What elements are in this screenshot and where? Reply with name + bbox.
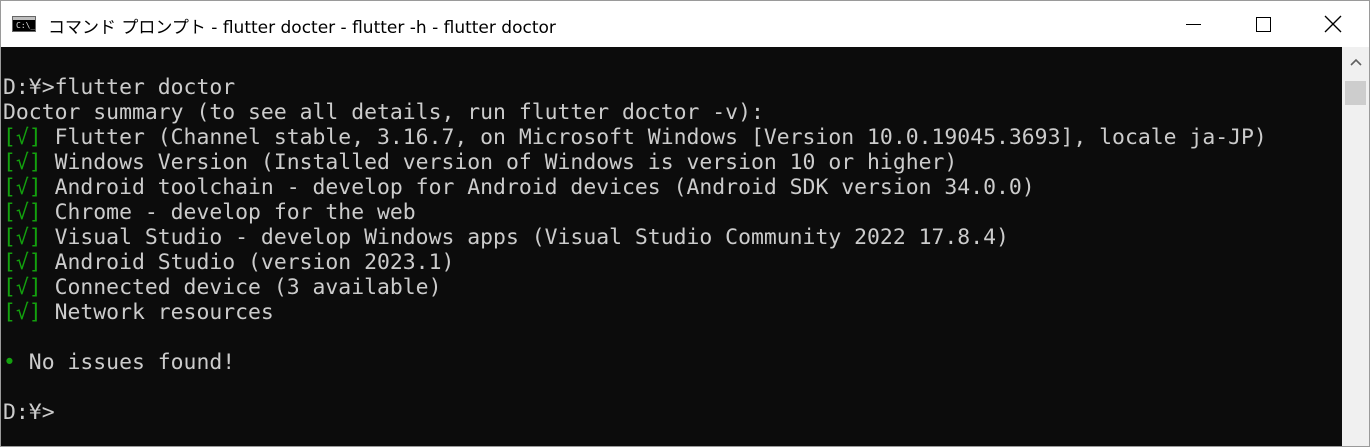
doctor-summary-line: Doctor summary (to see all details, run … — [3, 100, 764, 124]
close-icon — [1324, 15, 1342, 33]
vertical-scrollbar[interactable] — [1342, 47, 1369, 446]
chevron-up-icon — [1349, 58, 1362, 66]
check-mark: [√] — [3, 125, 42, 149]
check-item-text: Android Studio (version 2023.1) — [41, 250, 455, 274]
check-mark: [√] — [3, 225, 42, 249]
cmd-app-icon[interactable]: C:\_ — [12, 16, 36, 32]
check-mark: [√] — [3, 200, 42, 224]
scroll-up-button[interactable] — [1342, 47, 1369, 77]
check-mark: [√] — [3, 300, 42, 324]
check-item-android-toolchain: [√] Android toolchain - develop for Andr… — [3, 175, 1035, 200]
minimize-button[interactable] — [1158, 1, 1228, 47]
result-bullet: • — [3, 350, 16, 374]
check-item-visual-studio: [√] Visual Studio - develop Windows apps… — [3, 225, 1009, 250]
check-item-network-resources: [√] Network resources — [3, 300, 274, 325]
check-item-android-studio: [√] Android Studio (version 2023.1) — [3, 250, 454, 275]
check-item-text: Network resources — [41, 300, 274, 324]
result-text: No issues found! — [15, 350, 236, 374]
check-mark: [√] — [3, 150, 42, 174]
check-mark: [√] — [3, 250, 42, 274]
check-item-text: Visual Studio - develop Windows apps (Vi… — [41, 225, 1009, 249]
command-prompt-window: C:\_ コマンド プロンプト - flutter docter - flutt… — [0, 0, 1370, 447]
check-mark: [√] — [3, 175, 42, 199]
prompt-line: D:¥> — [3, 400, 55, 424]
check-item-flutter: [√] Flutter (Channel stable, 3.16.7, on … — [3, 125, 1267, 150]
maximize-icon — [1255, 16, 1271, 32]
check-item-text: Android toolchain - develop for Android … — [41, 175, 1035, 199]
scroll-thumb[interactable] — [1345, 81, 1366, 105]
window-title: コマンド プロンプト - flutter docter - flutter -h… — [48, 18, 556, 38]
check-item-text: Flutter (Channel stable, 3.16.7, on Micr… — [41, 125, 1267, 149]
result-line: • No issues found! — [3, 350, 235, 375]
check-item-connected-device: [√] Connected device (3 available) — [3, 275, 441, 300]
check-item-text: Windows Version (Installed version of Wi… — [41, 150, 958, 174]
icon-titlebar-stripe — [13, 17, 35, 20]
command-line: D:¥>flutter doctor — [3, 75, 236, 99]
title-bar[interactable]: C:\_ コマンド プロンプト - flutter docter - flutt… — [1, 1, 1369, 47]
check-item-chrome: [√] Chrome - develop for the web — [3, 200, 416, 225]
check-item-text: Chrome - develop for the web — [41, 200, 416, 224]
minimize-icon — [1185, 23, 1201, 25]
check-item-text: Connected device (3 available) — [41, 275, 442, 299]
check-mark: [√] — [3, 275, 42, 299]
console-output[interactable]: D:¥>flutter doctor Doctor summary (to se… — [1, 47, 1342, 446]
close-button[interactable] — [1298, 1, 1368, 47]
check-item-windows-version: [√] Windows Version (Installed version o… — [3, 150, 957, 175]
maximize-button[interactable] — [1228, 1, 1298, 47]
icon-prompt-glyph: C:\_ — [16, 21, 36, 30]
